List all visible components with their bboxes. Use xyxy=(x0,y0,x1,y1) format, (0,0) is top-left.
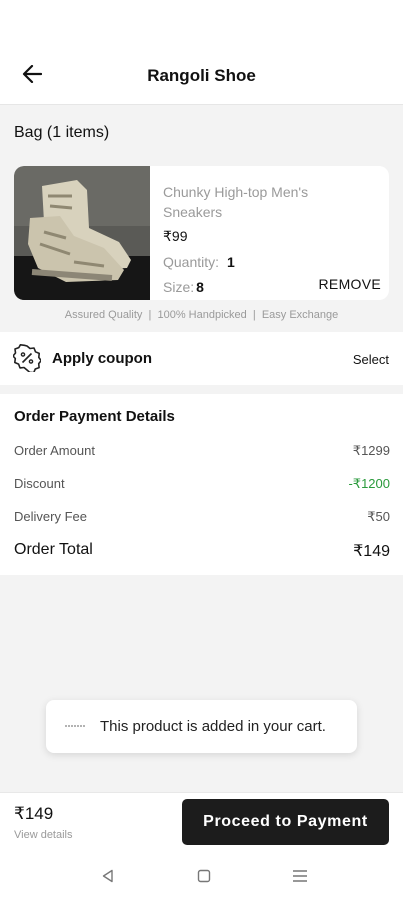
app-logo-icon xyxy=(65,725,85,727)
product-name[interactable]: Chunky High-top Men's Sneakers xyxy=(163,182,363,222)
order-total-label: Order Total xyxy=(14,541,93,558)
nav-menu-button[interactable] xyxy=(286,862,314,890)
discount-row: Discount -₹1200 xyxy=(14,476,390,492)
nav-back-button[interactable] xyxy=(94,862,122,890)
cart-toast: This product is added in your cart. xyxy=(46,700,357,753)
nav-home-icon xyxy=(197,869,211,883)
apply-coupon-row[interactable]: Apply coupon Select xyxy=(0,332,403,385)
product-price: ₹99 xyxy=(163,228,188,244)
discount-value: -₹1200 xyxy=(348,476,390,491)
discount-label: Discount xyxy=(14,476,65,491)
order-payment-details: Order Payment Details Order Amount ₹1299… xyxy=(0,394,403,575)
order-total-value: ₹149 xyxy=(353,543,390,560)
size-label: Size: xyxy=(163,279,195,295)
bag-title: Bag (1 items) xyxy=(14,124,110,141)
system-nav-bar xyxy=(0,862,403,890)
delivery-fee-value: ₹50 xyxy=(367,509,390,524)
payment-title: Order Payment Details xyxy=(14,408,175,425)
nav-menu-icon xyxy=(293,870,307,882)
delivery-fee-row: Delivery Fee ₹50 xyxy=(14,509,390,525)
quantity-value: 1 xyxy=(227,254,235,270)
quantity-row: Quantity: 1 xyxy=(163,254,235,270)
delivery-fee-label: Delivery Fee xyxy=(14,509,87,524)
coupon-select-button[interactable]: Select xyxy=(353,352,389,367)
nav-back-icon xyxy=(102,869,113,883)
product-image[interactable] xyxy=(14,166,150,300)
cart-item-card[interactable]: Chunky High-top Men's Sneakers ₹99 Quant… xyxy=(14,166,389,300)
quantity-label: Quantity: xyxy=(163,254,220,270)
app-bar: Rangoli Shoe xyxy=(0,0,403,105)
order-amount-row: Order Amount ₹1299 xyxy=(14,443,390,459)
size-value: 8 xyxy=(196,279,204,295)
coupon-percent-icon xyxy=(13,344,41,372)
size-row: Size: 8 xyxy=(163,279,204,295)
apply-coupon-label: Apply coupon xyxy=(52,350,152,367)
view-details-link[interactable]: View details xyxy=(14,829,73,841)
footer-price: ₹149 xyxy=(14,804,54,823)
proceed-to-payment-button[interactable]: Proceed to Payment xyxy=(182,799,389,845)
nav-home-button[interactable] xyxy=(190,862,218,890)
remove-button[interactable]: REMOVE xyxy=(319,276,381,292)
order-total-row: Order Total ₹149 xyxy=(14,541,390,561)
assurance-text: Assured Quality | 100% Handpicked | Easy… xyxy=(64,309,339,321)
order-amount-label: Order Amount xyxy=(14,443,95,458)
toast-message: This product is added in your cart. xyxy=(100,718,326,735)
order-amount-value: ₹1299 xyxy=(352,443,390,458)
page-title: Rangoli Shoe xyxy=(147,66,256,85)
